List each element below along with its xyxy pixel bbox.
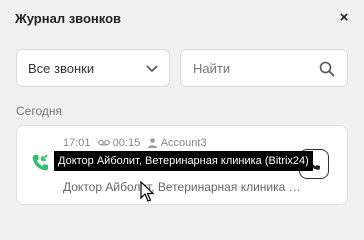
user-icon <box>148 138 158 148</box>
call-filter-select[interactable]: Все звонки <box>16 49 170 87</box>
chevron-down-icon <box>146 65 158 73</box>
incoming-call-icon <box>32 154 48 171</box>
section-label-today: Сегодня <box>16 104 62 118</box>
call-filter-value: Все звонки <box>28 61 95 76</box>
panel-header: Журнал звонков × <box>0 0 364 40</box>
call-duration: 00:15 <box>112 137 141 149</box>
call-meta: 17:01 00:15 Account3 <box>63 137 211 149</box>
mouse-cursor-icon <box>140 181 154 202</box>
call-log-panel: Журнал звонков × Все звонки Сегодня 17:0… <box>0 0 364 212</box>
call-contact-name[interactable]: Доктор Айболит, Ветеринарная клиника (Bi… <box>63 180 303 194</box>
search-box <box>180 49 348 87</box>
search-icon[interactable] <box>319 61 335 77</box>
panel-title: Журнал звонков <box>15 11 122 26</box>
call-time: 17:01 <box>63 137 91 149</box>
recording-icon <box>97 139 110 146</box>
close-button[interactable]: × <box>336 10 352 26</box>
call-account: Account3 <box>160 137 207 149</box>
contact-tooltip: Доктор Айболит, Ветеринарная клиника (Bi… <box>54 151 313 171</box>
search-input[interactable] <box>189 58 321 78</box>
